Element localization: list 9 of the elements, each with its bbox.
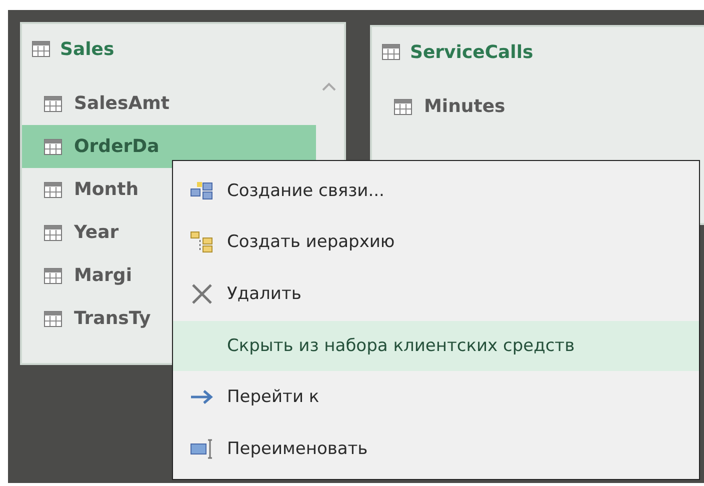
column-name: TransTy <box>74 308 151 329</box>
column-name: Year <box>74 222 119 243</box>
column-name: Margi <box>74 265 132 286</box>
column-name: Minutes <box>424 96 506 117</box>
table-title: Sales <box>60 38 114 60</box>
table-title: ServiceCalls <box>410 42 534 62</box>
column-name: OrderDa <box>74 136 160 157</box>
column-name: SalesAmt <box>74 93 170 114</box>
column-name: Month <box>74 179 139 200</box>
